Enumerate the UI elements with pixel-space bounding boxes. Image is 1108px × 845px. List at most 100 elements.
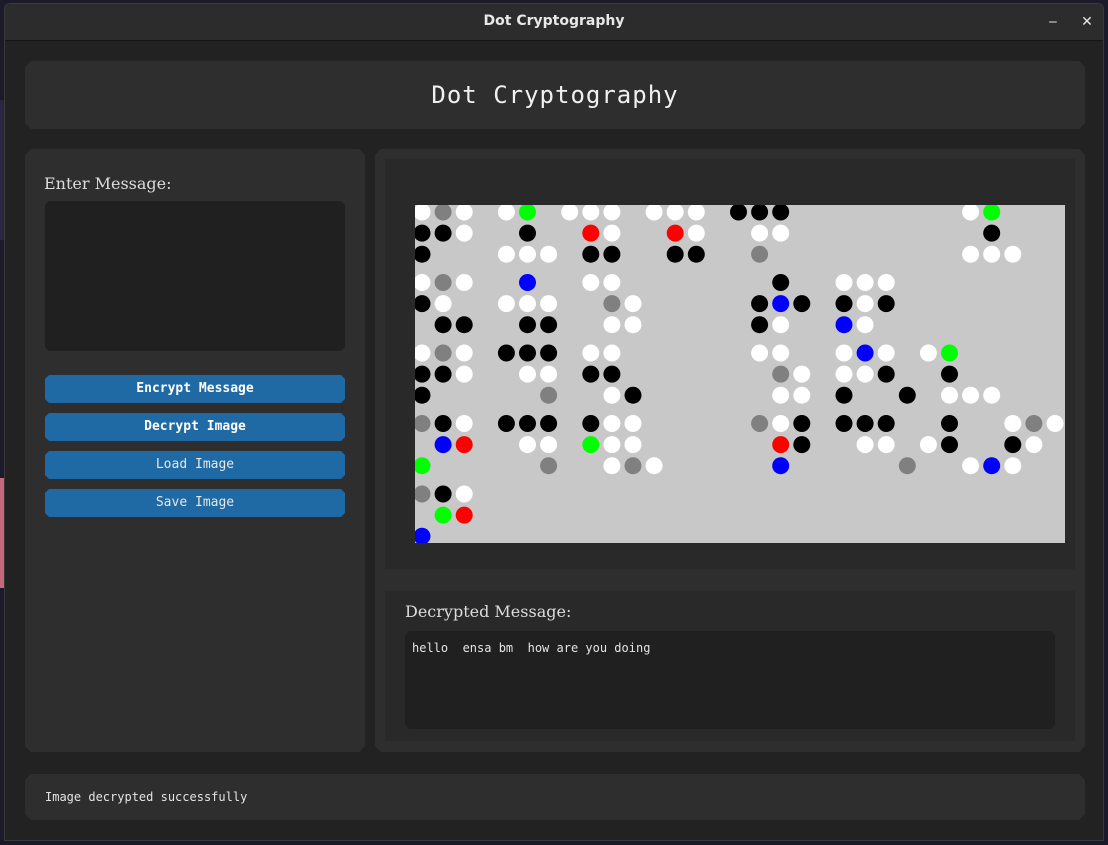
pattern-dot bbox=[415, 205, 431, 221]
pattern-dot bbox=[836, 366, 853, 383]
pattern-dot bbox=[415, 387, 431, 404]
pattern-dot bbox=[857, 316, 874, 333]
pattern-dot bbox=[582, 345, 599, 362]
pattern-dot bbox=[456, 507, 473, 524]
pattern-dot bbox=[941, 366, 958, 383]
pattern-dot bbox=[878, 274, 895, 291]
pattern-dot bbox=[793, 415, 810, 432]
pattern-dot bbox=[730, 205, 747, 221]
pattern-dot bbox=[435, 507, 452, 524]
pattern-dot bbox=[540, 345, 557, 362]
pattern-dot bbox=[941, 387, 958, 404]
pattern-dot bbox=[688, 225, 705, 242]
pattern-dot bbox=[603, 295, 620, 312]
pattern-dot bbox=[878, 295, 895, 312]
pattern-dot bbox=[519, 295, 536, 312]
pattern-dot bbox=[456, 225, 473, 242]
pattern-dot bbox=[498, 345, 515, 362]
status-text: Image decrypted successfully bbox=[45, 790, 248, 804]
pattern-dot bbox=[435, 295, 452, 312]
pattern-dot bbox=[582, 225, 599, 242]
pattern-dot bbox=[456, 436, 473, 453]
pattern-dot bbox=[456, 274, 473, 291]
decrypt-image-button[interactable]: Decrypt Image bbox=[45, 413, 345, 441]
pattern-dot bbox=[540, 366, 557, 383]
pattern-dot bbox=[582, 366, 599, 383]
pattern-dot bbox=[983, 205, 1000, 221]
pattern-dot bbox=[435, 205, 452, 221]
pattern-dot bbox=[603, 225, 620, 242]
pattern-dot bbox=[603, 345, 620, 362]
pattern-dot bbox=[878, 415, 895, 432]
load-image-button[interactable]: Load Image bbox=[45, 451, 345, 479]
pattern-dot bbox=[435, 225, 452, 242]
pattern-dot bbox=[435, 366, 452, 383]
pattern-dot bbox=[899, 457, 916, 474]
pattern-dot bbox=[625, 387, 642, 404]
decrypted-label: Decrypted Message: bbox=[405, 602, 572, 621]
pattern-dot bbox=[519, 316, 536, 333]
pattern-dot bbox=[772, 345, 789, 362]
pattern-dot bbox=[603, 436, 620, 453]
pattern-dot bbox=[983, 225, 1000, 242]
pattern-dot bbox=[603, 457, 620, 474]
page-title: Dot Cryptography bbox=[431, 81, 679, 109]
pattern-dot bbox=[688, 246, 705, 263]
pattern-dot bbox=[941, 345, 958, 362]
pattern-dot bbox=[498, 415, 515, 432]
pattern-dot bbox=[540, 457, 557, 474]
pattern-dot bbox=[751, 225, 768, 242]
pattern-dot bbox=[603, 274, 620, 291]
pattern-dot bbox=[625, 436, 642, 453]
dot-pattern-image bbox=[415, 205, 1065, 543]
pattern-dot bbox=[498, 295, 515, 312]
pattern-dot bbox=[857, 436, 874, 453]
pattern-dot bbox=[435, 345, 452, 362]
pattern-dot bbox=[603, 316, 620, 333]
pattern-dot bbox=[582, 415, 599, 432]
message-input[interactable] bbox=[45, 201, 345, 351]
pattern-dot bbox=[540, 295, 557, 312]
pattern-dot bbox=[836, 415, 853, 432]
encrypt-message-button[interactable]: Encrypt Message bbox=[45, 375, 345, 403]
pattern-dot bbox=[540, 316, 557, 333]
input-panel: Enter Message: Encrypt Message Decrypt I… bbox=[25, 149, 365, 752]
save-image-button[interactable]: Save Image bbox=[45, 489, 345, 517]
pattern-dot bbox=[540, 436, 557, 453]
pattern-dot bbox=[435, 274, 452, 291]
pattern-dot bbox=[1004, 457, 1021, 474]
pattern-dot bbox=[415, 274, 431, 291]
pattern-dot bbox=[836, 387, 853, 404]
pattern-dot bbox=[1004, 436, 1021, 453]
pattern-dot bbox=[772, 274, 789, 291]
pattern-dot bbox=[540, 415, 557, 432]
pattern-dot bbox=[415, 486, 431, 503]
minimize-icon[interactable]: ‒ bbox=[1043, 12, 1063, 32]
pattern-dot bbox=[751, 295, 768, 312]
pattern-dot bbox=[625, 415, 642, 432]
image-frame bbox=[385, 159, 1075, 569]
pattern-dot bbox=[772, 205, 789, 221]
pattern-dot bbox=[899, 387, 916, 404]
pattern-dot bbox=[962, 457, 979, 474]
pattern-dot bbox=[962, 246, 979, 263]
pattern-dot bbox=[415, 345, 431, 362]
pattern-dot bbox=[857, 274, 874, 291]
pattern-dot bbox=[772, 387, 789, 404]
pattern-dot bbox=[878, 366, 895, 383]
pattern-dot bbox=[435, 486, 452, 503]
decrypted-output[interactable]: hello ensa bm how are you doing bbox=[405, 631, 1055, 729]
pattern-dot bbox=[625, 316, 642, 333]
pattern-dot bbox=[519, 274, 536, 291]
app-header: Dot Cryptography bbox=[25, 61, 1085, 129]
pattern-dot bbox=[646, 205, 663, 221]
pattern-dot bbox=[857, 366, 874, 383]
pattern-dot bbox=[751, 205, 768, 221]
pattern-dot bbox=[435, 316, 452, 333]
pattern-dot bbox=[582, 246, 599, 263]
pattern-dot bbox=[435, 436, 452, 453]
pattern-dot bbox=[582, 205, 599, 221]
close-icon[interactable]: ✕ bbox=[1077, 12, 1097, 32]
pattern-dot bbox=[561, 205, 578, 221]
window-titlebar[interactable]: Dot Cryptography ‒ ✕ bbox=[5, 4, 1103, 41]
